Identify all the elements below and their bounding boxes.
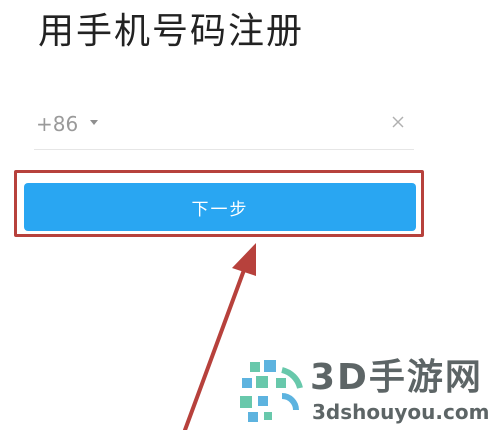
watermark-brand: 3D手游网 — [310, 357, 483, 398]
watermark-domain: 3dshouyou.com — [312, 400, 490, 424]
phone-input[interactable] — [110, 109, 384, 141]
watermark: 3D手游网 3dshouyou.com — [236, 356, 498, 430]
close-icon[interactable] — [390, 114, 406, 130]
pixel-logo-icon — [240, 360, 303, 422]
phone-field: +86 — [34, 103, 414, 150]
next-step-button[interactable]: 下一步 — [24, 183, 416, 231]
caret-down-icon[interactable] — [90, 120, 98, 125]
page-title: 用手机号码注册 — [38, 11, 305, 52]
country-code-selector[interactable]: +86 — [36, 111, 78, 137]
